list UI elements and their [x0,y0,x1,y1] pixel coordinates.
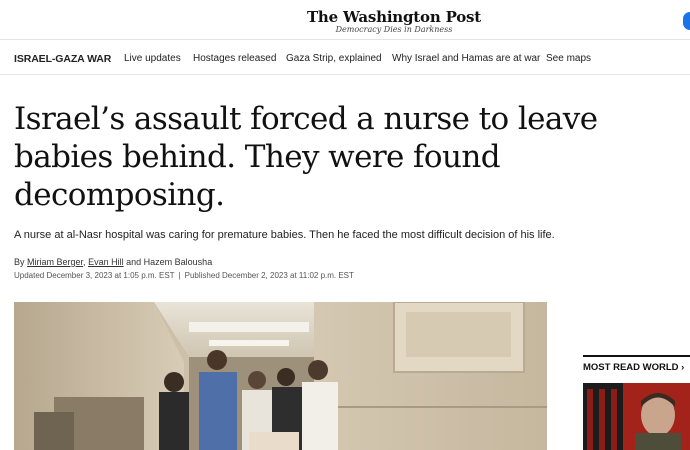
byline: By Miriam Berger, Evan Hill and Hazem Ba… [14,257,212,267]
nav-item-israel-gaza-war[interactable]: ISRAEL-GAZA WAR [14,53,111,65]
updated-timestamp: Updated December 3, 2023 at 1:05 p.m. ES… [14,271,175,280]
byline-and: and [126,257,142,267]
published-timestamp: Published December 2, 2023 at 11:02 p.m.… [184,271,354,280]
masthead: The Washington Post Democracy Dies in Da… [0,0,690,40]
chevron-right-icon: › [681,362,685,373]
hero-photo [14,302,547,450]
article-headline: Israel’s assault forced a nurse to leave… [14,101,598,213]
article-dates: Updated December 3, 2023 at 1:05 p.m. ES… [14,271,354,280]
byline-prefix: By [14,257,25,267]
nav-item-hostages-released[interactable]: Hostages released [193,53,276,64]
most-read-world-header[interactable]: MOST READ WORLD › [583,362,684,373]
most-read-title: MOST READ WORLD [583,362,679,373]
site-tagline: Democracy Dies in Darkness [335,25,453,34]
nav-item-why-israel-hamas-war[interactable]: Why Israel and Hamas are at war [392,53,540,64]
portrait-photo [583,383,690,450]
nav-item-live-updates[interactable]: Live updates [124,53,181,64]
topic-nav: ISRAEL-GAZA WAR Live updates Hostages re… [0,41,690,75]
nav-item-gaza-strip-explained[interactable]: Gaza Strip, explained [286,53,382,64]
byline-comma: , [83,257,86,267]
date-separator: | [178,271,181,280]
author-name: Hazem Balousha [143,257,213,267]
hospital-corridor-photo [14,302,547,450]
article-dek: A nurse at al-Nasr hospital was caring f… [14,229,555,241]
author-link[interactable]: Miriam Berger [27,257,83,267]
author-link[interactable]: Evan Hill [88,257,124,267]
account-button[interactable] [683,12,690,30]
site-logo[interactable]: The Washington Post [0,8,690,26]
most-read-thumbnail[interactable] [583,383,690,450]
sidebar-divider [583,355,690,357]
nav-item-see-maps[interactable]: See maps [546,53,591,64]
